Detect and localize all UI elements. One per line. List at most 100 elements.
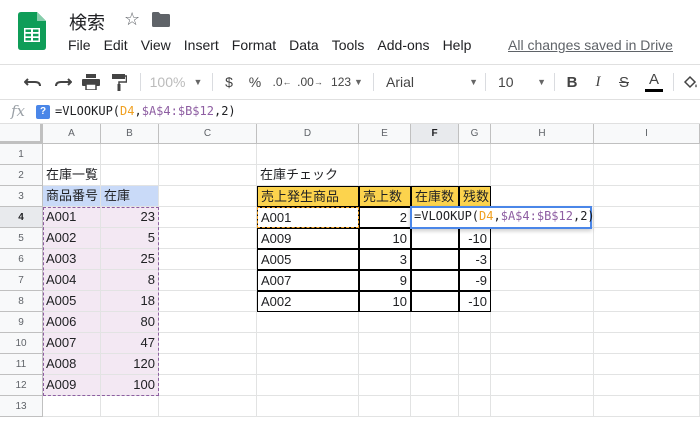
cell-i3[interactable] [594,186,700,207]
row-header-8[interactable]: 8 [0,291,43,312]
stock-list-qty[interactable]: 120 [101,354,159,375]
cell-b1[interactable] [101,144,159,165]
row-header-6[interactable]: 6 [0,249,43,270]
stock-check-code[interactable]: A001 [257,207,359,228]
cell-e10[interactable] [359,333,411,354]
cell-h2[interactable] [491,165,594,186]
stock-check-header[interactable]: 在庫数 [411,186,459,207]
cell-c13[interactable] [159,396,257,417]
cell-i4[interactable] [594,207,700,228]
percent-button[interactable]: % [246,65,264,99]
folder-icon[interactable] [152,12,170,27]
print-icon[interactable] [80,65,102,99]
stock-list-qty[interactable]: 23 [101,207,159,228]
cell-h3[interactable] [491,186,594,207]
column-header-i[interactable]: I [594,124,700,144]
cell-i12[interactable] [594,375,700,396]
cell-g10[interactable] [459,333,491,354]
cell-c5[interactable] [159,228,257,249]
stock-check-code[interactable]: A002 [257,291,359,312]
stock-list-code[interactable]: A003 [43,249,101,270]
row-header-13[interactable]: 13 [0,396,43,417]
stock-check-sales[interactable]: 10 [359,228,411,249]
text-color-button[interactable]: A [643,65,665,99]
stock-list-code[interactable]: A001 [43,207,101,228]
sheet-grid[interactable]: ABCDEFGHI 1 2 3 4 5 6 7 8 9 10 11 12 13 在庫一覧 商品番号 在庫 A0… [0,124,700,424]
more-formats-button[interactable]: 123 ▼ [328,65,366,99]
menu-addons[interactable]: Add-ons [377,37,429,57]
formula-help-icon[interactable]: ? [36,105,50,119]
italic-button[interactable]: I [588,65,608,99]
menu-tools[interactable]: Tools [332,37,365,57]
cell-g9[interactable] [459,312,491,333]
cell-f10[interactable] [411,333,459,354]
stock-list-title[interactable]: 在庫一覧 [43,165,101,186]
row-header-4[interactable]: 4 [0,207,43,228]
star-icon[interactable]: ☆ [124,9,140,30]
redo-icon[interactable] [52,65,74,99]
cell-e12[interactable] [359,375,411,396]
cell-i8[interactable] [594,291,700,312]
cell-d11[interactable] [257,354,359,375]
cell-c10[interactable] [159,333,257,354]
menu-data[interactable]: Data [289,37,319,57]
column-header-b[interactable]: B [101,124,159,144]
stock-check-sales[interactable]: 9 [359,270,411,291]
row-header-3[interactable]: 3 [0,186,43,207]
menu-help[interactable]: Help [443,37,472,57]
stock-check-code[interactable]: A009 [257,228,359,249]
cell-e1[interactable] [359,144,411,165]
cell-c12[interactable] [159,375,257,396]
cell-i2[interactable] [594,165,700,186]
cell-g12[interactable] [459,375,491,396]
stock-list-qty[interactable]: 100 [101,375,159,396]
cell-a13[interactable] [43,396,101,417]
cell-c7[interactable] [159,270,257,291]
row-header-2[interactable]: 2 [0,165,43,186]
stock-check-code[interactable]: A005 [257,249,359,270]
column-header-d[interactable]: D [257,124,359,144]
row-header-11[interactable]: 11 [0,354,43,375]
stock-list-code[interactable]: A005 [43,291,101,312]
cell-d13[interactable] [257,396,359,417]
stock-check-title[interactable]: 在庫チェック [257,165,359,186]
stock-check-remaining[interactable]: -10 [459,291,491,312]
cell-e13[interactable] [359,396,411,417]
font-size-select[interactable]: 10 ▼ [494,65,550,99]
stock-check-remaining[interactable]: -3 [459,249,491,270]
cell-i11[interactable] [594,354,700,375]
menu-insert[interactable]: Insert [184,37,219,57]
cell-b13[interactable] [101,396,159,417]
stock-list-qty[interactable]: 8 [101,270,159,291]
increase-decimal-button[interactable]: .00 → [297,65,323,99]
cell-h13[interactable] [491,396,594,417]
cell-h8[interactable] [491,291,594,312]
cell-editor-f4[interactable]: =VLOOKUP(D4,$A$4:$B$12,2) [410,206,595,229]
cell-f12[interactable] [411,375,459,396]
cell-d12[interactable] [257,375,359,396]
menu-format[interactable]: Format [232,37,276,57]
cell-i9[interactable] [594,312,700,333]
cell-g2[interactable] [459,165,491,186]
decrease-decimal-button[interactable]: .0 ← [271,65,293,99]
cell-h9[interactable] [491,312,594,333]
cell-g13[interactable] [459,396,491,417]
cell-f1[interactable] [411,144,459,165]
stock-check-header[interactable]: 残数 [459,186,491,207]
column-header-h[interactable]: H [491,124,594,144]
cell-e9[interactable] [359,312,411,333]
stock-list-qty[interactable]: 25 [101,249,159,270]
cell-c11[interactable] [159,354,257,375]
cell-h5[interactable] [491,228,594,249]
stock-list-code[interactable]: A007 [43,333,101,354]
sheets-logo-icon[interactable] [18,12,46,50]
font-select[interactable]: Arial ▼ [382,65,482,99]
cell-i10[interactable] [594,333,700,354]
stock-check-remaining[interactable]: -10 [459,228,491,249]
stock-list-code[interactable]: A009 [43,375,101,396]
paint-format-icon[interactable] [108,65,130,99]
cell-b2[interactable] [101,165,159,186]
stock-list-qty[interactable]: 5 [101,228,159,249]
cell-h7[interactable] [491,270,594,291]
cell-i1[interactable] [594,144,700,165]
